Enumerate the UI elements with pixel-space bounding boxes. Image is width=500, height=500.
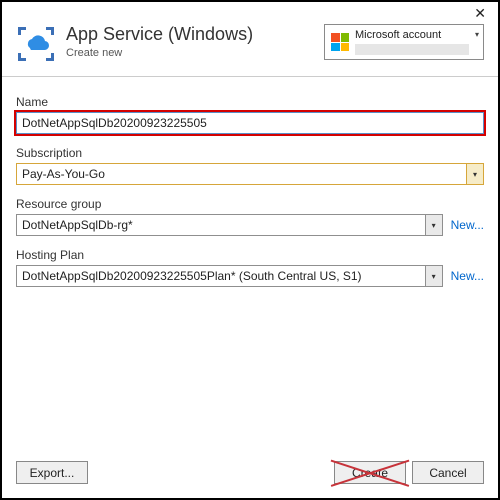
subscription-label: Subscription <box>16 146 484 160</box>
dialog-title: App Service (Windows) <box>66 24 324 45</box>
app-service-dialog: ✕ App Service (Windows) Create new <box>0 0 500 500</box>
account-text: Microsoft account <box>355 29 469 54</box>
cloud-icon <box>16 24 56 64</box>
cancel-button[interactable]: Cancel <box>412 461 484 484</box>
account-selector[interactable]: Microsoft account ▾ <box>324 24 484 60</box>
dialog-subtitle: Create new <box>66 47 324 59</box>
name-input[interactable] <box>16 112 484 134</box>
chevron-down-icon: ▾ <box>466 164 483 184</box>
chevron-down-icon: ▾ <box>475 30 481 39</box>
microsoft-logo-icon <box>331 33 349 51</box>
export-button[interactable]: Export... <box>16 461 88 484</box>
dialog-footer: Export... Create Cancel <box>2 451 498 498</box>
resource-group-new-link[interactable]: New... <box>451 218 484 232</box>
form-area: Name Subscription Pay-As-You-Go ▾ Resour… <box>2 77 498 451</box>
chevron-down-icon: ▾ <box>425 266 442 286</box>
name-label: Name <box>16 95 484 109</box>
subscription-field: Subscription Pay-As-You-Go ▾ <box>16 146 484 185</box>
titlebar: ✕ <box>2 2 498 20</box>
chevron-down-icon: ▾ <box>425 215 442 235</box>
resource-group-label: Resource group <box>16 197 484 211</box>
hosting-plan-value: DotNetAppSqlDb20200923225505Plan* (South… <box>22 269 425 283</box>
hosting-plan-label: Hosting Plan <box>16 248 484 262</box>
close-icon[interactable]: ✕ <box>470 6 490 20</box>
title-block: App Service (Windows) Create new <box>66 24 324 59</box>
hosting-plan-select[interactable]: DotNetAppSqlDb20200923225505Plan* (South… <box>16 265 443 287</box>
hosting-plan-field: Hosting Plan DotNetAppSqlDb2020092322550… <box>16 248 484 287</box>
name-field: Name <box>16 95 484 134</box>
create-button[interactable]: Create <box>334 461 406 484</box>
resource-group-field: Resource group DotNetAppSqlDb-rg* ▾ New.… <box>16 197 484 236</box>
resource-group-select[interactable]: DotNetAppSqlDb-rg* ▾ <box>16 214 443 236</box>
dialog-header: App Service (Windows) Create new Microso… <box>2 20 498 77</box>
hosting-plan-new-link[interactable]: New... <box>451 269 484 283</box>
subscription-value: Pay-As-You-Go <box>22 167 466 181</box>
account-label: Microsoft account <box>355 29 469 41</box>
account-email-redacted <box>355 44 469 55</box>
subscription-select[interactable]: Pay-As-You-Go ▾ <box>16 163 484 185</box>
resource-group-value: DotNetAppSqlDb-rg* <box>22 218 425 232</box>
